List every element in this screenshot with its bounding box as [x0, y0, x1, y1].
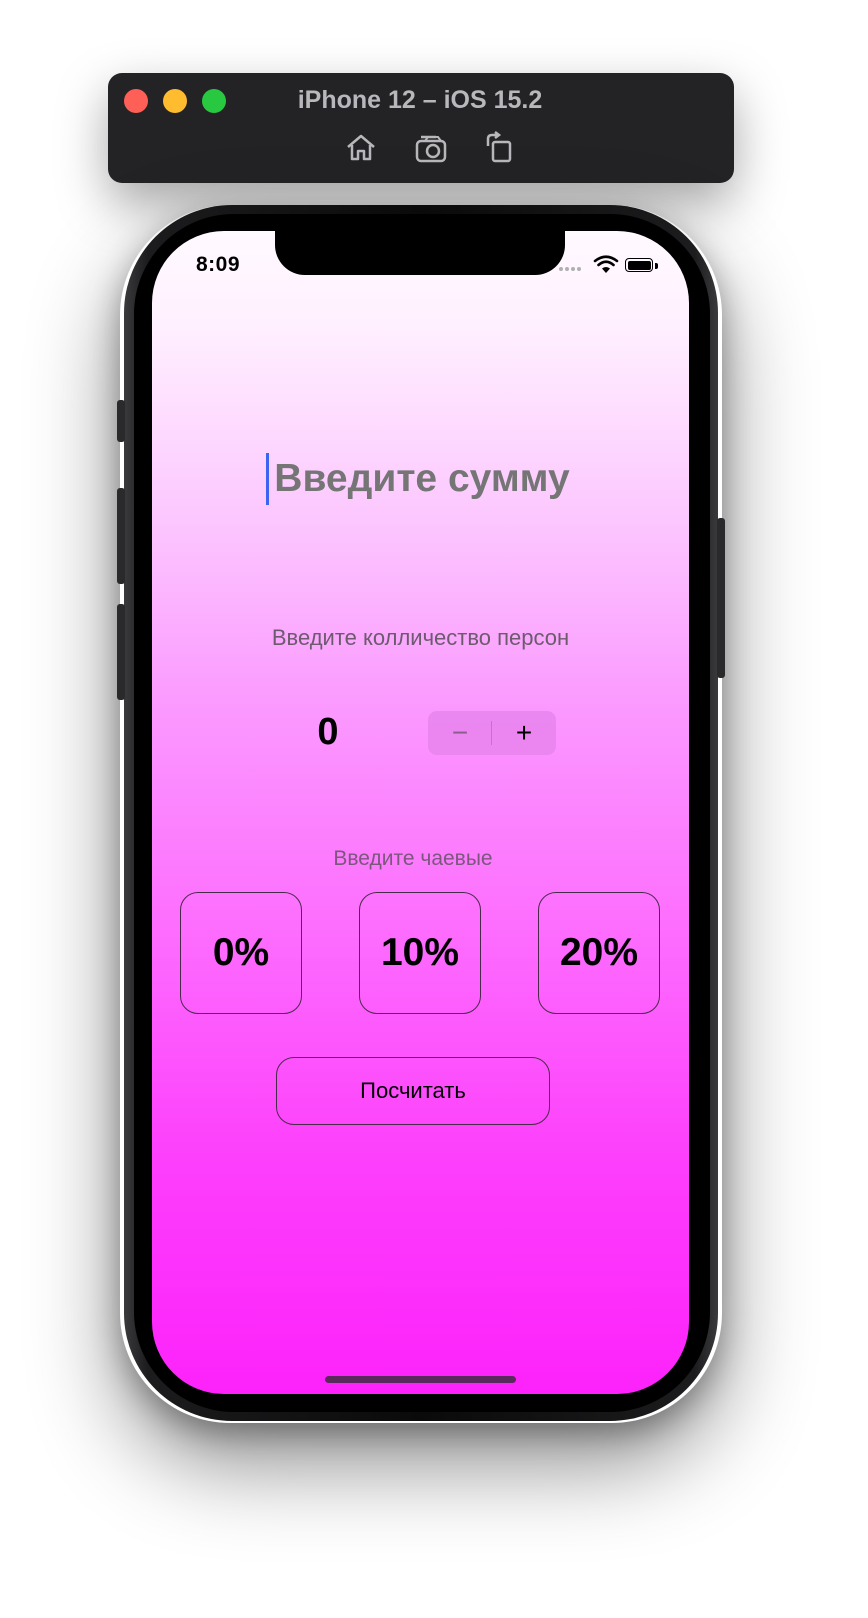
battery-tip	[655, 263, 658, 269]
tips-label: Введите чаевые	[333, 847, 493, 870]
volume-up-button	[117, 488, 125, 584]
decrement-button[interactable]: −	[428, 711, 492, 755]
minimize-window-button[interactable]	[163, 89, 187, 113]
tip-0-button[interactable]: 0%	[180, 892, 302, 1014]
close-window-button[interactable]	[124, 89, 148, 113]
increment-button[interactable]: +	[492, 711, 556, 755]
battery-icon	[625, 258, 653, 272]
cellular-dots-icon	[559, 267, 585, 273]
persons-count: 0	[317, 711, 339, 753]
home-indicator	[325, 1376, 516, 1383]
status-icons	[559, 255, 663, 277]
app-screen: 8:09 Введите колличество персон 0 − + Вв…	[152, 231, 689, 1394]
amount-input[interactable]	[262, 449, 582, 509]
wifi-icon	[593, 255, 619, 273]
status-time: 8:09	[196, 253, 241, 276]
rotate-icon[interactable]	[482, 130, 518, 166]
screenshot-icon[interactable]	[414, 130, 450, 166]
side-button	[717, 518, 725, 678]
zoom-window-button[interactable]	[202, 89, 226, 113]
volume-down-button	[117, 604, 125, 700]
mute-switch	[117, 400, 125, 442]
simulator-stage: iPhone 12 – iOS 15.2 8:09 Введите ко	[0, 0, 868, 1618]
notch	[275, 231, 565, 275]
calculate-button[interactable]: Посчитать	[276, 1057, 550, 1125]
simulator-title: iPhone 12 – iOS 15.2	[297, 86, 543, 114]
persons-stepper: − +	[428, 711, 556, 755]
tip-10-button[interactable]: 10%	[359, 892, 481, 1014]
tip-20-button[interactable]: 20%	[538, 892, 660, 1014]
home-icon[interactable]	[343, 130, 379, 166]
persons-label: Введите колличество персон	[271, 625, 570, 650]
